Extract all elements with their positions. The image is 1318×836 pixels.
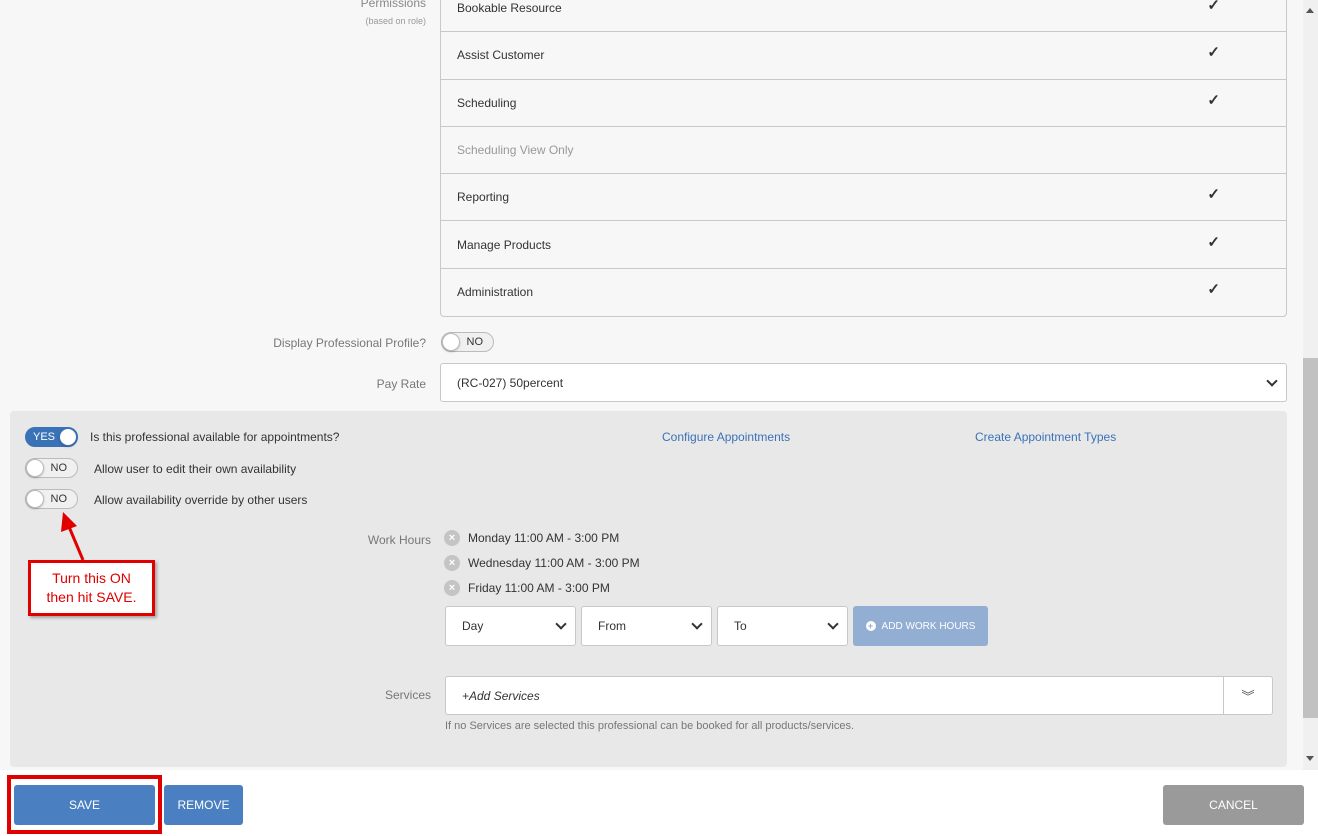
permission-row[interactable]: Administration ✓ [441,269,1286,316]
chevron-down-icon [555,618,567,630]
pay-rate-select[interactable]: (RC-027) 50percent [440,363,1287,402]
toggle-knob [26,490,44,508]
scroll-up-icon[interactable] [1306,8,1314,13]
permissions-sublabel: (based on role) [365,16,426,26]
toggle-label: NO [50,462,68,474]
available-text: Is this professional available for appoi… [90,430,340,444]
remove-icon[interactable]: × [444,555,460,571]
add-work-hours-button[interactable]: + ADD WORK HOURS [853,606,988,646]
permission-name: Administration [457,285,534,300]
permission-name: Scheduling [457,95,517,110]
availability-override-toggle[interactable]: NO [25,489,78,509]
check-icon: ✓ [1207,0,1220,15]
permission-name: Bookable Resource [457,1,562,16]
callout-line-1: Turn this ON [52,570,131,586]
permission-row[interactable]: Reporting ✓ [441,174,1286,222]
to-select-value: To [734,619,747,633]
services-placeholder: +Add Services [462,688,540,703]
edit-own-availability-text: Allow user to edit their own availabilit… [94,462,297,476]
work-hours-entry: × Friday 11:00 AM - 3:00 PM [444,580,610,596]
availability-override-text: Allow availability override by other use… [94,493,308,507]
from-select[interactable]: From [581,606,712,646]
check-icon: ✓ [1207,186,1220,204]
check-icon: ✓ [1207,91,1220,109]
to-select[interactable]: To [717,606,848,646]
services-label: Services [384,688,431,702]
toggle-knob [26,459,44,477]
chevron-down-icon [827,618,839,630]
configure-appointments-link[interactable]: Configure Appointments [662,430,790,444]
annotation-callout: Turn this ON then hit SAVE. [28,560,155,616]
permission-name: Manage Products [457,237,552,252]
scroll-down-icon[interactable] [1306,756,1314,761]
services-help-text: If no Services are selected this profess… [445,720,855,732]
scrollbar-thumb[interactable] [1303,358,1318,718]
toggle-label: NO [50,493,68,505]
chevron-down-icon [691,618,703,630]
check-icon: ✓ [1207,233,1220,251]
edit-own-availability-toggle[interactable]: NO [25,458,78,478]
permission-row[interactable]: Scheduling View Only [441,127,1286,175]
permission-name: Scheduling View Only [457,143,574,158]
remove-icon[interactable]: × [444,580,460,596]
pay-rate-label: Pay Rate [376,377,426,391]
permission-row[interactable]: Bookable Resource ✓ [441,0,1286,33]
permissions-table: Bookable Resource ✓ Assist Customer ✓ Sc… [440,0,1287,318]
permissions-label: Permissions (based on role) [361,0,426,29]
permission-row[interactable]: Scheduling ✓ [441,80,1286,127]
plus-circle-icon: + [865,621,876,631]
toggle-knob [59,428,77,446]
annotation-arrow-icon [61,512,85,561]
day-select[interactable]: Day [445,606,576,646]
work-hours-text: Friday 11:00 AM - 3:00 PM [468,581,610,595]
permission-name: Assist Customer [457,48,545,63]
double-chevron-down-icon[interactable]: ︾ [1223,677,1272,714]
create-appointment-types-link[interactable]: Create Appointment Types [975,430,1116,444]
toggle-label: NO [466,336,484,348]
available-toggle[interactable]: YES [25,427,78,447]
callout-line-2: then hit SAVE. [46,589,137,605]
permissions-label-text: Permissions [360,0,426,10]
work-hours-label: Work Hours [367,533,431,547]
chevron-down-icon [1266,374,1278,387]
cancel-button[interactable]: CANCEL [1163,785,1304,825]
day-select-value: Day [462,619,484,633]
toggle-knob [442,333,460,351]
remove-icon[interactable]: × [444,530,460,546]
work-hours-entry: × Monday 11:00 AM - 3:00 PM [444,530,619,546]
add-work-hours-label: ADD WORK HOURS [881,620,976,632]
check-icon: ✓ [1207,281,1220,299]
work-hours-text: Wednesday 11:00 AM - 3:00 PM [468,556,640,570]
remove-button[interactable]: REMOVE [164,785,243,825]
permission-row[interactable]: Assist Customer ✓ [441,32,1286,80]
pay-rate-value: (RC-027) 50percent [457,375,564,390]
work-hours-text: Monday 11:00 AM - 3:00 PM [468,531,620,545]
work-hours-entry: × Wednesday 11:00 AM - 3:00 PM [444,555,640,571]
check-icon: ✓ [1207,44,1220,62]
display-profile-label: Display Professional Profile? [273,336,426,350]
services-input[interactable]: +Add Services ︾ [445,676,1273,715]
save-highlight-box [7,775,162,834]
permission-row[interactable]: Manage Products ✓ [441,221,1286,269]
display-profile-toggle[interactable]: NO [441,332,494,352]
permission-name: Reporting [457,190,510,205]
toggle-label: YES [33,431,56,443]
from-select-value: From [598,619,626,633]
